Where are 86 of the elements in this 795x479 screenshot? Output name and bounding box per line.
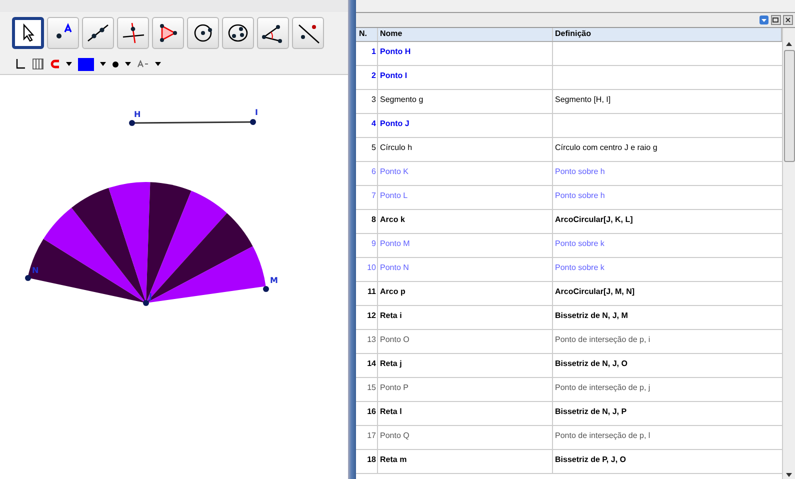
object-name: Ponto K: [380, 167, 408, 176]
object-name: Ponto H: [380, 47, 411, 56]
window-icon[interactable]: [771, 15, 781, 25]
caret-icon[interactable]: [155, 62, 161, 66]
grid-icon[interactable]: [32, 58, 44, 70]
object-name: Arco p: [380, 287, 406, 296]
object-definition: Bissetriz de N, J, P: [555, 407, 627, 416]
object-definition: Ponto sobre k: [555, 263, 604, 272]
object-definition: Segmento [H, I]: [555, 95, 611, 104]
object-name: Reta j: [380, 359, 402, 368]
object-name: Reta m: [380, 455, 407, 464]
polygon-tool-button[interactable]: [152, 17, 184, 49]
column-header[interactable]: N.: [356, 28, 378, 41]
object-name: Ponto L: [380, 191, 408, 200]
point-label: N: [32, 266, 39, 275]
object-name: Ponto M: [380, 239, 410, 248]
object-definition: Ponto sobre h: [555, 191, 605, 200]
point-label: M: [270, 276, 278, 285]
move-tool-button[interactable]: [12, 17, 44, 49]
row-number: 11: [368, 287, 376, 296]
row-number: 3: [372, 95, 376, 104]
object-name: Reta l: [380, 407, 402, 416]
object-name: Círculo h: [380, 143, 412, 152]
perpendicular-lines-icon: [120, 21, 146, 45]
scrollbar[interactable]: [782, 28, 795, 479]
object-definition: Bissetriz de N, J, O: [555, 359, 628, 368]
row-number: 13: [367, 335, 376, 344]
caret-icon[interactable]: [100, 62, 106, 66]
row-number: 6: [372, 167, 376, 176]
object-definition: Ponto sobre h: [555, 167, 605, 176]
object-name: Ponto N: [380, 263, 409, 272]
object-definition: Bissetriz de N, J, M: [555, 311, 628, 320]
object-name: Ponto O: [380, 335, 410, 344]
scrollbar-thumb[interactable]: [784, 50, 794, 162]
menu-icon[interactable]: [759, 15, 769, 25]
object-name: Ponto I: [380, 71, 408, 80]
splitter-bar[interactable]: [348, 0, 356, 479]
row-number: 15: [367, 383, 376, 392]
caret-icon[interactable]: [125, 62, 131, 66]
line-tool-button[interactable]: [82, 17, 114, 49]
object-name: Ponto P: [380, 383, 408, 392]
row-number: 4: [372, 119, 376, 128]
object-name: Ponto J: [380, 119, 410, 128]
object-name: Arco k: [380, 215, 405, 224]
object-name: Reta i: [380, 311, 402, 320]
row-number: 14: [367, 359, 376, 368]
point-label: I: [255, 108, 258, 117]
row-number: 2: [372, 71, 376, 80]
conic-tool-button[interactable]: [222, 17, 254, 49]
row-number: 16: [367, 407, 376, 416]
point-label: J: [149, 292, 152, 301]
object-name: Ponto Q: [380, 431, 410, 440]
object-definition: ArcoCircular[J, K, L]: [555, 215, 633, 224]
circle-tool-button[interactable]: [187, 17, 219, 49]
magnet-icon[interactable]: [50, 58, 60, 70]
point-label: H: [134, 110, 141, 119]
object-definition: Bissetriz de P, J, O: [555, 455, 626, 464]
caret-icon[interactable]: [66, 62, 72, 66]
column-header[interactable]: Nome: [378, 28, 553, 41]
close-icon[interactable]: [783, 15, 793, 25]
color-swatch[interactable]: [78, 58, 94, 70]
point-tool-button[interactable]: [47, 17, 79, 49]
object-definition: Ponto de interseção de p, j: [555, 383, 650, 392]
object-definition: Ponto sobre k: [555, 239, 604, 248]
row-number: 1: [372, 47, 376, 56]
point-style-icon[interactable]: [112, 60, 119, 68]
row-number: 12: [367, 311, 376, 320]
perpendicular-tool-button[interactable]: [117, 17, 149, 49]
row-number: 5: [372, 143, 376, 152]
label-style-icon[interactable]: [137, 60, 149, 68]
object-definition: Ponto de interseção de p, l: [555, 431, 650, 440]
row-number: 9: [372, 239, 376, 248]
row-number: 10: [367, 263, 376, 272]
object-definition: Círculo com centro J e raio g: [555, 143, 658, 152]
angle-tool-button[interactable]: [257, 17, 289, 49]
row-number: 7: [372, 191, 376, 200]
object-definition: ArcoCircular[J, M, N]: [555, 287, 635, 296]
row-number: 18: [367, 455, 376, 464]
scroll-down-icon[interactable]: [786, 473, 792, 477]
reflect-tool-button[interactable]: [292, 17, 324, 49]
object-name: Segmento g: [380, 95, 424, 104]
scroll-up-icon[interactable]: [786, 42, 792, 46]
object-definition: Ponto de interseção de p, i: [555, 335, 650, 344]
row-number: 8: [372, 215, 376, 224]
row-number: 17: [367, 431, 376, 440]
axes-icon[interactable]: [14, 58, 26, 70]
